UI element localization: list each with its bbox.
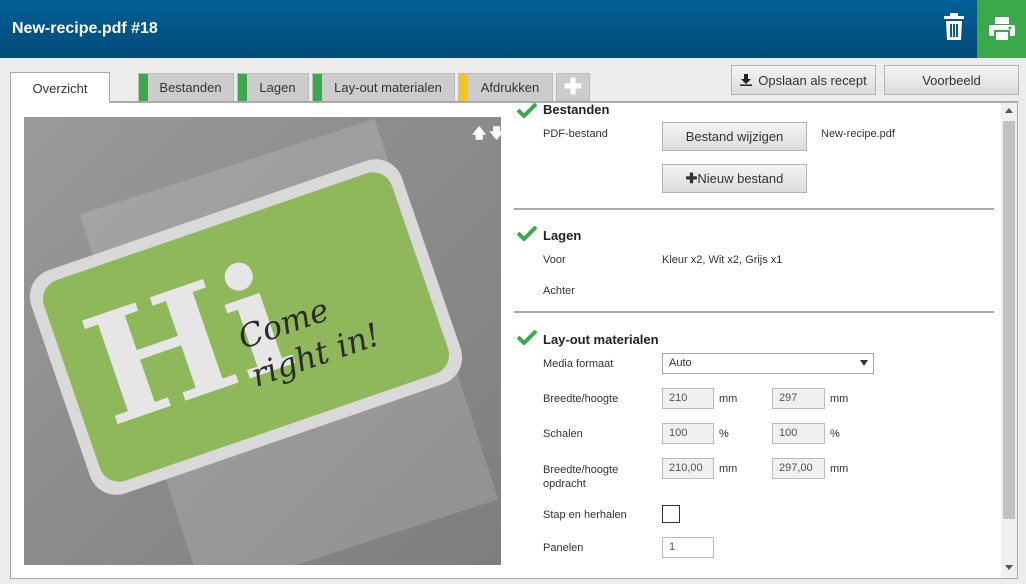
section-title-lay-out-materialen: Lay-out materialen [543, 332, 659, 347]
checkmark-icon [517, 329, 537, 345]
panels-input[interactable]: 1 [662, 537, 714, 558]
tab-label: Overzicht [32, 80, 88, 96]
tab-afdrukken[interactable]: Afdrukken [458, 73, 553, 101]
status-flag [139, 74, 148, 101]
new-file-button[interactable]: ✚ Nieuw bestand [662, 164, 807, 193]
document-preview: Hi Come right in! 🡅🡇 [24, 117, 501, 565]
panels-label: Panelen [543, 542, 584, 554]
section-title-lagen: Lagen [543, 228, 582, 243]
status-flag [238, 74, 247, 101]
status-flag [313, 74, 322, 101]
change-file-button[interactable]: Bestand wijzigen [662, 122, 807, 151]
preview-label: Voorbeeld [922, 72, 981, 88]
front-label: Voor [543, 254, 566, 266]
job-width-input[interactable]: 210,00 [662, 458, 714, 479]
tab-label: Bestanden [159, 80, 222, 95]
plus-icon: ✚ [563, 74, 583, 99]
media-format-select[interactable]: Auto [662, 353, 874, 374]
status-flag [459, 74, 468, 101]
new-file-label: Nieuw bestand [697, 171, 784, 186]
tab-label: Lay-out materialen [334, 80, 442, 95]
scale-width-input[interactable]: 100 [662, 423, 714, 444]
plus-icon: ✚ [685, 170, 698, 186]
scrollbar-thumb[interactable] [1003, 121, 1015, 519]
unit-label: % [830, 428, 840, 440]
printer-icon [988, 17, 1015, 41]
unit-label: mm [830, 463, 849, 475]
divider [514, 208, 994, 210]
tab-bestanden[interactable]: Bestanden [138, 73, 234, 101]
unit-label: mm [830, 393, 849, 405]
width-input[interactable]: 210 [662, 388, 714, 409]
scroll-down-icon[interactable] [1005, 565, 1013, 570]
print-button[interactable] [977, 0, 1026, 58]
tab-overzicht[interactable]: Overzicht [10, 72, 110, 103]
add-tab-button[interactable]: ✚ [556, 73, 590, 101]
download-icon [740, 74, 753, 86]
step-repeat-checkbox[interactable] [662, 505, 680, 523]
checkmark-icon [517, 103, 537, 118]
step-repeat-label: Stap en herhalen [543, 509, 627, 521]
scale-label: Schalen [543, 428, 583, 440]
save-as-recipe-label: Opslaan als recept [758, 72, 867, 88]
unit-label: mm [719, 393, 738, 405]
back-label: Achter [543, 285, 575, 297]
pdf-file-label: PDF-bestand [543, 128, 608, 140]
tab-label: Afdrukken [480, 80, 540, 95]
size-label: Breedte/hoogte [543, 393, 619, 405]
scroll-up-icon[interactable] [1005, 108, 1013, 113]
height-input[interactable]: 297 [772, 388, 825, 409]
pdf-filename: New-recipe.pdf [821, 128, 895, 140]
app-header: New-recipe.pdf #18 [0, 0, 1026, 58]
checkmark-icon [517, 225, 537, 241]
front-value: Kleur x2, Wit x2, Grijs x1 [662, 254, 783, 266]
save-as-recipe-button[interactable]: Opslaan als recept [731, 65, 876, 95]
tab-lay-out-materialen[interactable]: Lay-out materialen [312, 73, 455, 101]
media-format-value: Auto [669, 357, 692, 369]
trash-icon[interactable] [942, 13, 966, 41]
section-title-bestanden: Bestanden [543, 102, 610, 117]
tab-lagen[interactable]: Lagen [237, 73, 309, 101]
job-height-input[interactable]: 297,00 [772, 458, 825, 479]
change-file-label: Bestand wijzigen [685, 129, 784, 144]
arrow-down-icon[interactable]: 🡇 [489, 125, 501, 141]
job-size-label: Breedte/hoogte opdracht [543, 464, 619, 490]
unit-label: % [719, 428, 729, 440]
tab-label: Lagen [259, 80, 296, 95]
main-panel: Hi Come right in! 🡅🡇 Bestanden PDF-besta… [10, 101, 1018, 579]
chevron-down-icon [860, 360, 868, 366]
arrow-up-icon[interactable]: 🡅 [472, 125, 489, 141]
page-title: New-recipe.pdf #18 [12, 20, 158, 37]
media-format-label: Media formaat [543, 358, 614, 370]
scale-height-input[interactable]: 100 [772, 423, 825, 444]
unit-label: mm [719, 463, 738, 475]
page-arrows-icon[interactable]: 🡅🡇 [472, 123, 501, 147]
hi-come-right-in-artwork: Hi Come right in! [29, 159, 463, 495]
divider [514, 311, 994, 313]
preview-button[interactable]: Voorbeeld [884, 65, 1019, 95]
